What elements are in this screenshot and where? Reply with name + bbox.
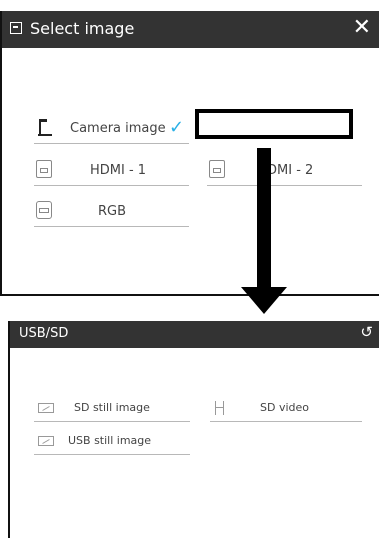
down-arrow-shaft <box>257 148 271 290</box>
hdmi-icon <box>209 160 225 178</box>
source-label: RGB <box>98 204 127 219</box>
checkmark-icon: ✓ <box>169 117 185 138</box>
hdmi-icon <box>36 160 52 178</box>
close-button[interactable]: ✕ <box>353 15 371 40</box>
source-label: Camera image <box>70 121 166 136</box>
usb-sd-titlebar: USB/SD ↺ <box>10 321 379 348</box>
source-label: DMI - 2 <box>267 163 314 178</box>
source-camera-image[interactable]: Camera image ✓ <box>34 114 189 144</box>
source-hdmi-1[interactable]: HDMI - 1 <box>34 156 189 186</box>
sd-still-image-item[interactable]: SD still image <box>34 396 190 422</box>
dialog-titlebar: Select image ✕ <box>2 11 379 48</box>
media-label: USB still image <box>68 434 152 447</box>
sd-video-item[interactable]: SD video <box>210 396 362 422</box>
media-label: SD video <box>260 401 309 414</box>
usb-still-image-item[interactable]: USB still image <box>34 429 190 455</box>
camera-stand-icon <box>38 118 54 136</box>
input-source-icon <box>10 22 22 34</box>
source-hdmi-2[interactable]: DMI - 2 <box>207 156 362 186</box>
down-arrow-icon <box>241 287 287 314</box>
image-icon <box>38 403 54 413</box>
image-icon <box>38 436 54 446</box>
media-label: SD still image <box>74 401 150 414</box>
source-label: HDMI - 1 <box>90 163 147 178</box>
dialog-title: Select image <box>30 19 135 38</box>
rgb-icon <box>36 201 52 219</box>
refresh-icon[interactable]: ↺ <box>360 323 373 341</box>
panel-title: USB/SD <box>19 326 69 341</box>
video-icon <box>215 401 224 415</box>
source-rgb[interactable]: RGB <box>34 197 189 227</box>
select-image-dialog: Select image ✕ Camera image ✓ HDMI - 1 D… <box>0 11 379 296</box>
highlight-box <box>195 109 353 139</box>
usb-sd-panel: USB/SD ↺ SD still image SD video USB sti… <box>8 321 379 538</box>
